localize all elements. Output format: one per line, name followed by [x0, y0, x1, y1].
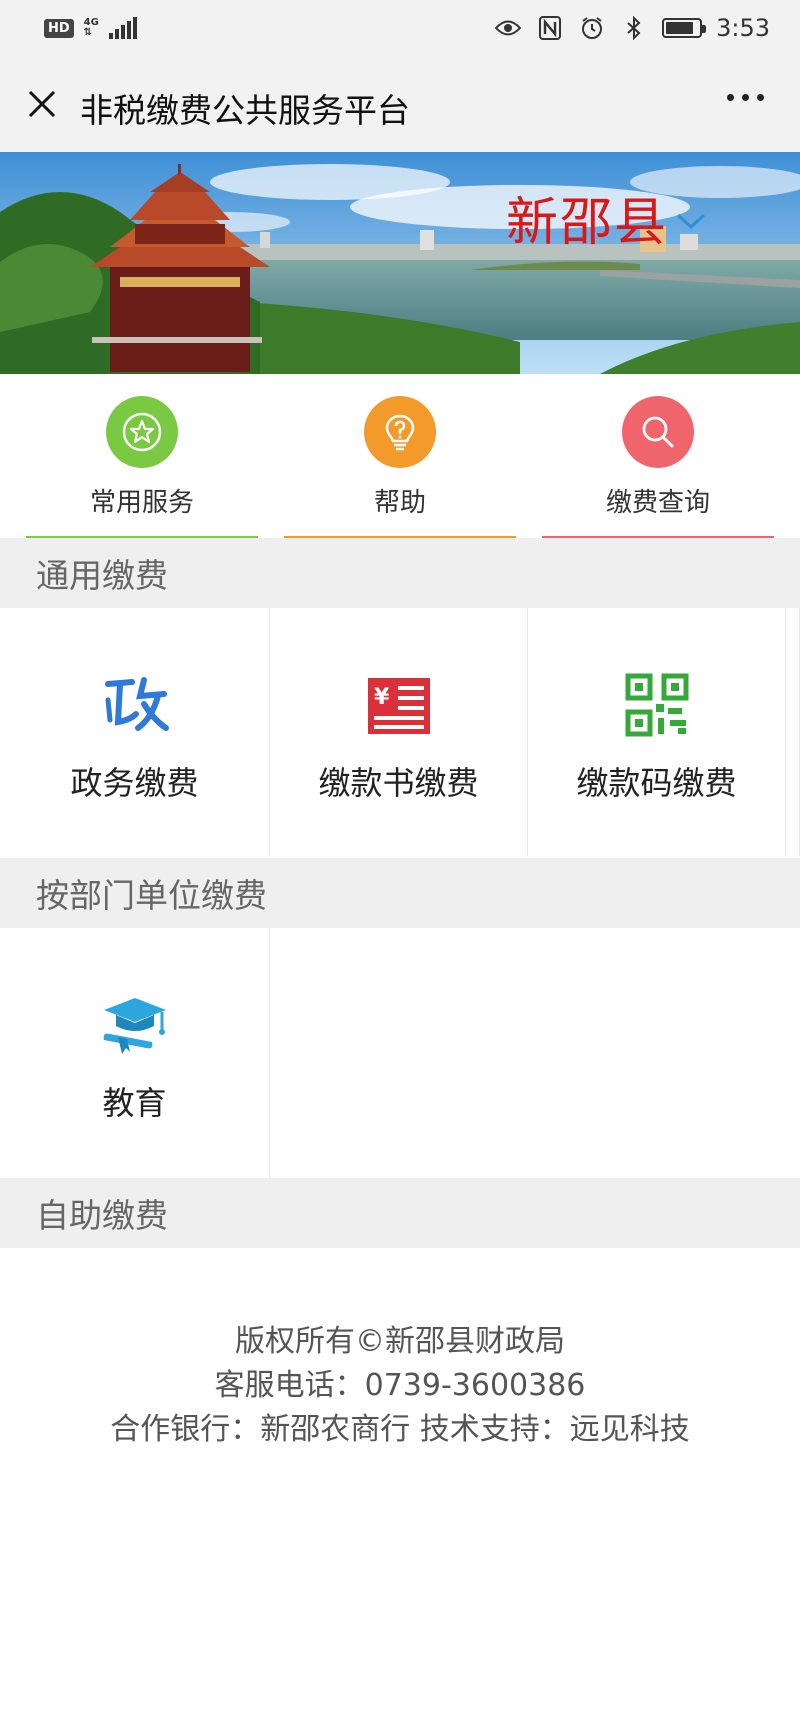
network-label: 4G ⇅ — [83, 17, 99, 38]
star-icon — [122, 412, 162, 452]
quick-circle — [622, 396, 694, 468]
quick-circle — [364, 396, 436, 468]
footer: 版权所有©新邵县财政局 客服电话：0739-3600386 合作银行：新邵农商行… — [0, 1320, 800, 1452]
department-payment-grid: 教育 — [0, 928, 800, 1178]
quick-circle — [106, 396, 178, 468]
section-header-general: 通用缴费 — [0, 538, 800, 608]
section-header-self-service: 自助缴费 — [0, 1178, 800, 1248]
general-payment-grid: 政务缴费 ¥ 缴款书缴费 缴款码缴费 — [0, 608, 800, 856]
tile-voucher-payment[interactable]: ¥ 缴款书缴费 — [270, 608, 528, 856]
quick-actions: 常用服务 帮助 缴费查询 — [0, 374, 800, 538]
tile-label: 教育 — [102, 1084, 167, 1122]
close-icon — [28, 90, 56, 118]
chevron-down-icon[interactable] — [676, 212, 706, 230]
lightbulb-question-icon — [385, 414, 415, 451]
section-header-department: 按部门单位缴费 — [0, 858, 800, 928]
page-title: 非税缴费公共服务平台 — [80, 91, 410, 130]
status-left: HD 4G ⇅ — [44, 17, 137, 39]
banner: 新邵县 — [0, 152, 800, 374]
hd-badge: HD — [44, 18, 74, 38]
banner-scenery — [0, 152, 800, 374]
quick-label: 帮助 — [373, 488, 426, 518]
nav-bar: 非税缴费公共服务平台 — [0, 56, 800, 152]
tile-overflow-edge — [786, 608, 800, 856]
qr-code-icon — [625, 673, 688, 737]
signal-icon — [108, 17, 137, 39]
quick-action-help[interactable]: 帮助 — [270, 374, 530, 538]
search-icon — [642, 416, 674, 448]
svg-text:¥: ¥ — [374, 685, 390, 710]
battery-fill — [666, 22, 694, 34]
tile-qrcode-payment[interactable]: 缴款码缴费 — [528, 608, 786, 856]
more-menu-button[interactable] — [727, 94, 764, 101]
more-dot — [757, 94, 764, 101]
footer-partners: 合作银行：新邵农商行 技术支持：远见科技 — [110, 1412, 690, 1447]
quick-action-payment-query[interactable]: 缴费查询 — [528, 374, 788, 538]
footer-copyright: 版权所有©新邵县财政局 — [235, 1324, 565, 1359]
more-dot — [742, 94, 749, 101]
payment-voucher-icon: ¥ — [367, 678, 430, 734]
county-selector-label[interactable]: 新邵县 — [506, 180, 668, 255]
graduation-cap-icon — [103, 998, 166, 1054]
tile-label: 政务缴费 — [70, 764, 199, 802]
tile-government-payment[interactable]: 政务缴费 — [0, 608, 270, 856]
battery-icon — [662, 18, 707, 38]
tile-education[interactable]: 教育 — [0, 928, 270, 1178]
quick-label: 缴费查询 — [605, 488, 710, 518]
footer-hotline: 客服电话：0739-3600386 — [214, 1368, 586, 1403]
close-button[interactable] — [24, 86, 60, 122]
status-bar: HD 4G ⇅ 3:53 — [0, 0, 800, 56]
bluetooth-icon — [620, 14, 648, 42]
quick-action-common-services[interactable]: 常用服务 — [12, 374, 272, 538]
clock: 3:53 — [716, 14, 770, 42]
eye-icon — [494, 14, 522, 42]
tile-label: 缴款书缴费 — [318, 764, 479, 802]
status-right: 3:53 — [494, 14, 770, 42]
nfc-icon — [536, 14, 564, 42]
alarm-icon — [578, 14, 606, 42]
more-dot — [727, 94, 734, 101]
quick-label: 常用服务 — [89, 488, 194, 518]
government-zheng-icon — [104, 677, 169, 731]
tile-label: 缴款码缴费 — [576, 764, 737, 802]
